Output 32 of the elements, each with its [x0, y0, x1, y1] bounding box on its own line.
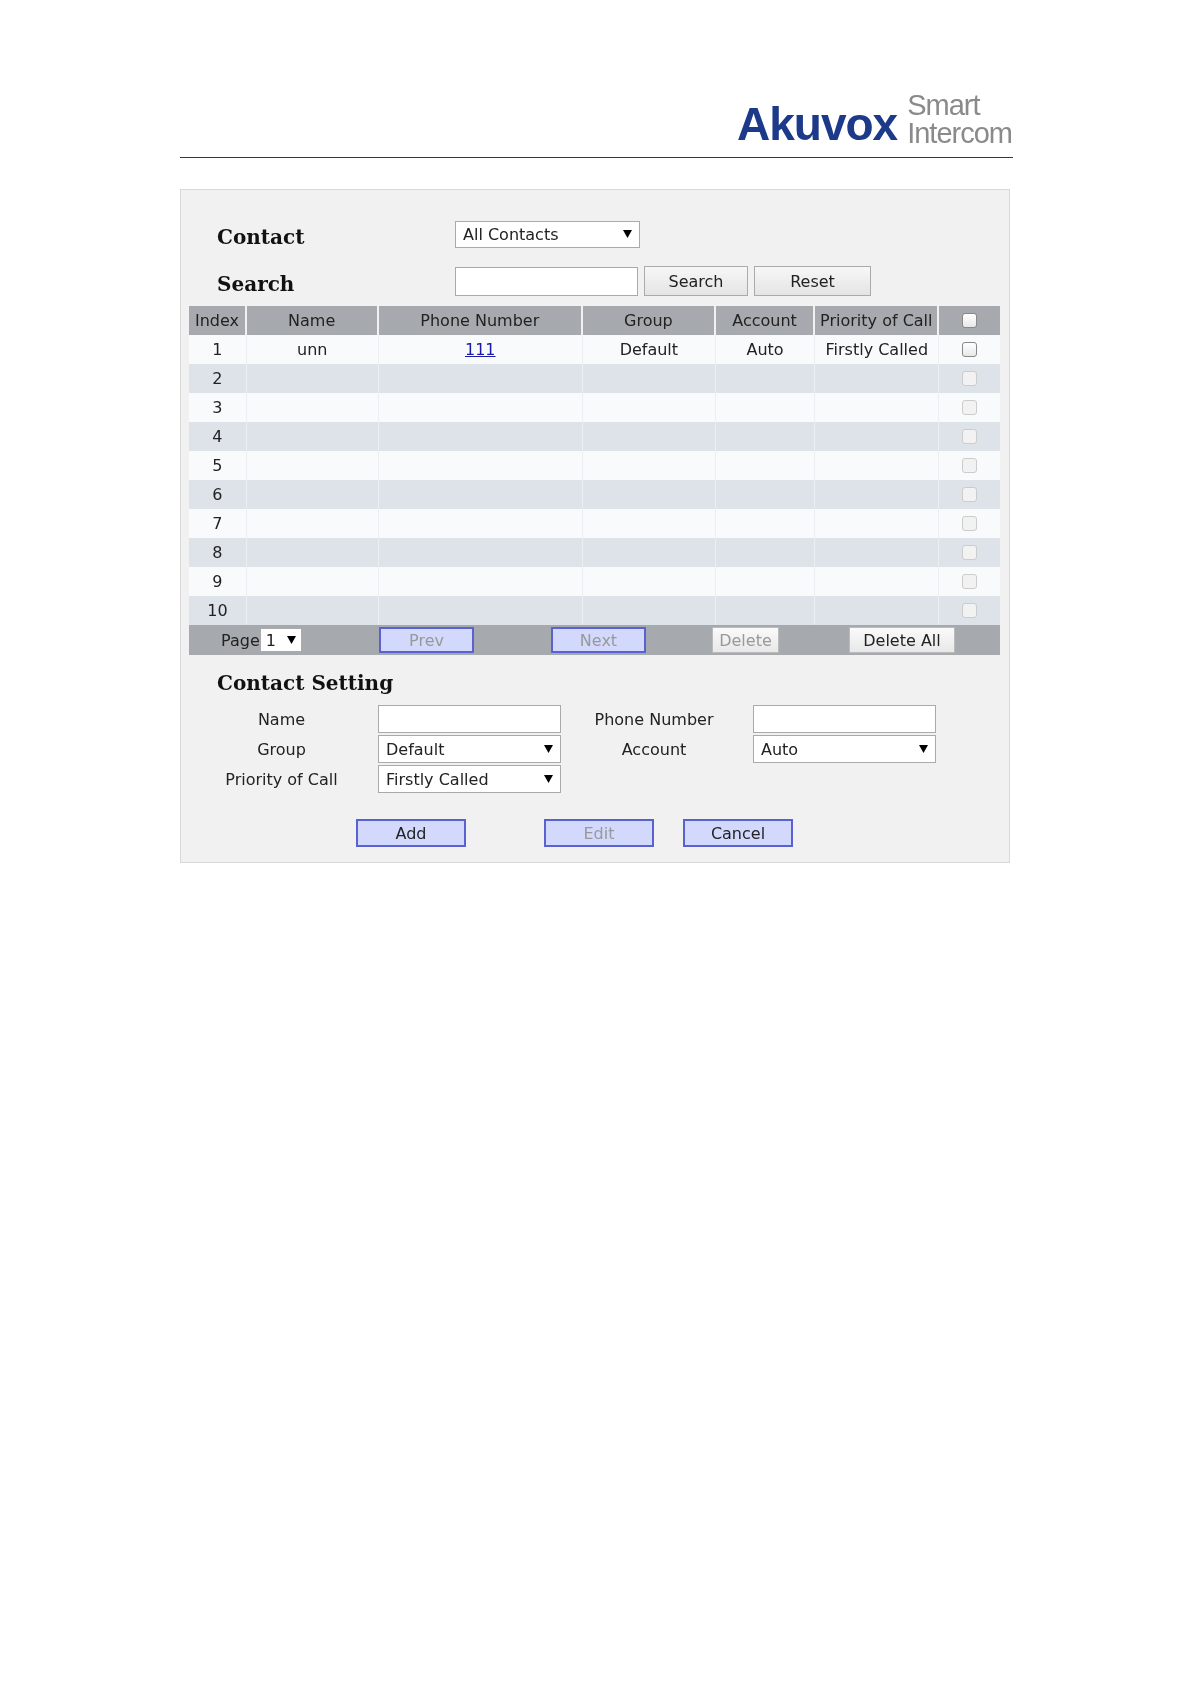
- text-field[interactable]: [378, 705, 561, 734]
- caret-icon: [544, 775, 553, 784]
- dropdown-field[interactable]: Auto: [753, 735, 936, 764]
- logo-wordmark: Akuvox: [737, 101, 898, 148]
- text-field[interactable]: [753, 705, 936, 734]
- filter-button[interactable]: Reset: [754, 266, 871, 297]
- section-title: Contact Setting: [217, 671, 395, 696]
- caret-icon: [286, 636, 296, 645]
- logo-tagline: Intercom: [907, 119, 1012, 148]
- search-field[interactable]: [455, 266, 638, 296]
- page-label: Page: [221, 630, 260, 650]
- select-all-checkbox[interactable]: [962, 313, 978, 329]
- caret-icon: [623, 230, 632, 239]
- field-label: Name: [256, 709, 307, 729]
- caret-icon: [544, 745, 553, 754]
- dropdown-field[interactable]: Default: [378, 735, 561, 764]
- search-label: Search: [216, 272, 296, 297]
- field-label: Account: [620, 739, 688, 759]
- page-select[interactable]: 1: [259, 628, 302, 653]
- pager-button[interactable]: Delete All: [849, 627, 955, 654]
- row-checkbox[interactable]: [962, 342, 978, 358]
- field-label: Group: [256, 739, 307, 759]
- form-button[interactable]: Add: [356, 819, 466, 848]
- caret-icon: [919, 745, 928, 754]
- filter-button[interactable]: Search: [644, 266, 748, 297]
- field-label: Priority of Call: [224, 769, 339, 789]
- field-label: Phone Number: [593, 709, 715, 729]
- contact-label: Contact: [216, 225, 306, 250]
- logo-tagline: Smart: [907, 92, 982, 120]
- contact-select[interactable]: All Contacts: [455, 220, 640, 248]
- form-button[interactable]: Cancel: [683, 819, 793, 848]
- dropdown-field[interactable]: Firstly Called: [378, 765, 561, 794]
